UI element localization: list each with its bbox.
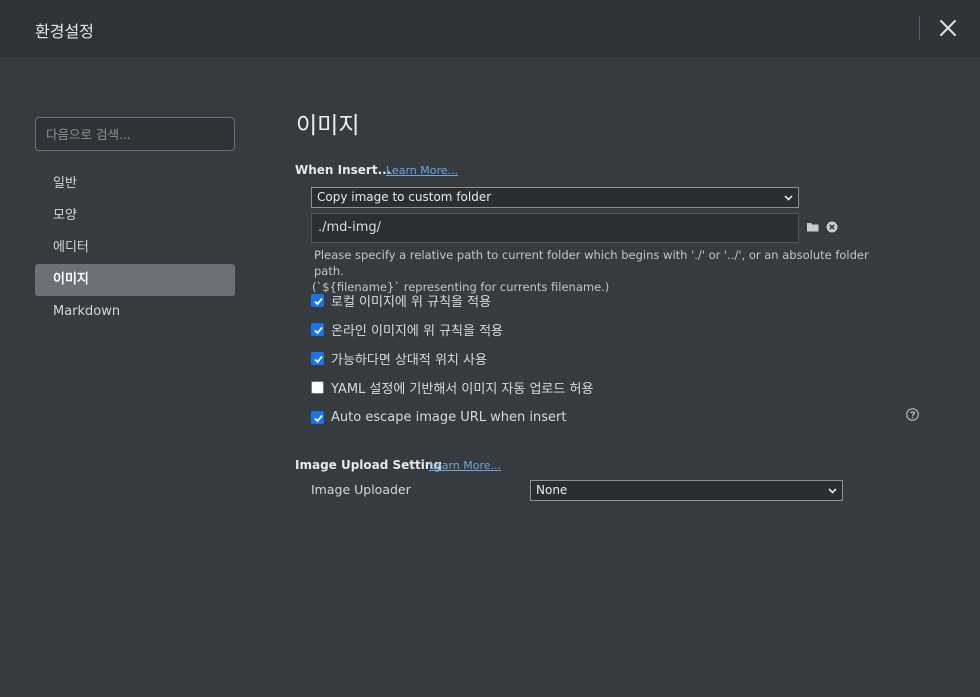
browse-folder-button[interactable]: [806, 221, 820, 237]
window-title: 환경설정: [35, 22, 94, 41]
sidebar-item-appearance[interactable]: 모양: [35, 200, 235, 232]
checkmark-icon: [314, 355, 323, 363]
option-local-images[interactable]: 로컬 이미지에 위 규칙을 적용: [311, 291, 492, 310]
sidebar-item-editor[interactable]: 에디터: [35, 232, 235, 264]
question-circle-icon: [906, 408, 919, 421]
sidebar-item-general[interactable]: 일반: [35, 168, 235, 200]
upload-heading: Image Upload Setting: [295, 458, 443, 472]
option-label: 로컬 이미지에 위 규칙을 적용: [331, 294, 492, 310]
checkmark-icon: [314, 326, 323, 334]
uploader-select[interactable]: None: [530, 480, 843, 501]
option-yaml-auto-upload[interactable]: YAML 설정에 기반해서 이미지 자동 업로드 허용: [311, 378, 594, 397]
checkbox-checked[interactable]: [311, 322, 324, 336]
uploader-value: None: [536, 483, 568, 497]
sidebar-item-markdown[interactable]: Markdown: [35, 296, 235, 328]
checkbox-checked[interactable]: [311, 410, 324, 424]
option-online-images[interactable]: 온라인 이미지에 위 규칙을 적용: [311, 320, 504, 339]
option-label: 가능하다면 상대적 위치 사용: [331, 352, 487, 368]
path-hint: Please specify a relative path to curren…: [312, 247, 872, 295]
image-folder-path-input[interactable]: ./md-img/: [311, 213, 799, 243]
close-icon: [940, 20, 956, 36]
checkbox-checked[interactable]: [311, 351, 324, 365]
search-input[interactable]: [35, 117, 235, 151]
sidebar-nav: 일반 모양 에디터 이미지 Markdown: [35, 168, 235, 328]
option-relative-path[interactable]: 가능하다면 상대적 위치 사용: [311, 349, 487, 368]
checkmark-icon: [314, 297, 323, 305]
clear-circle-icon: [826, 221, 838, 233]
insert-action-select[interactable]: Copy image to custom folder: [311, 187, 799, 208]
page-title: 이미지: [296, 113, 360, 139]
option-label: Auto escape image URL when insert: [331, 409, 567, 425]
uploader-label: Image Uploader: [311, 482, 411, 497]
title-divider: [919, 16, 920, 40]
checkbox-unchecked[interactable]: [311, 380, 324, 394]
close-button[interactable]: [936, 16, 960, 40]
checkbox-checked[interactable]: [311, 293, 324, 307]
chevron-down-icon: [784, 195, 793, 201]
when-insert-heading: When Insert...: [295, 163, 392, 177]
insert-action-value: Copy image to custom folder: [317, 190, 492, 204]
option-label: YAML 설정에 기반해서 이미지 자동 업로드 허용: [331, 381, 594, 397]
when-insert-learn-more-link[interactable]: Learn More...: [386, 164, 458, 177]
sidebar-item-image[interactable]: 이미지: [35, 264, 235, 296]
help-button[interactable]: [906, 408, 919, 421]
title-bar: 환경설정: [0, 0, 980, 57]
path-hint-line-1: Please specify a relative path to curren…: [314, 248, 869, 278]
option-auto-escape-url[interactable]: Auto escape image URL when insert: [311, 408, 566, 426]
option-label: 온라인 이미지에 위 규칙을 적용: [331, 323, 504, 339]
clear-path-button[interactable]: [826, 221, 838, 237]
chevron-down-icon: [828, 488, 837, 494]
folder-icon: [807, 223, 819, 232]
checkmark-icon: [314, 414, 323, 422]
upload-learn-more-link[interactable]: Learn More...: [429, 459, 501, 472]
